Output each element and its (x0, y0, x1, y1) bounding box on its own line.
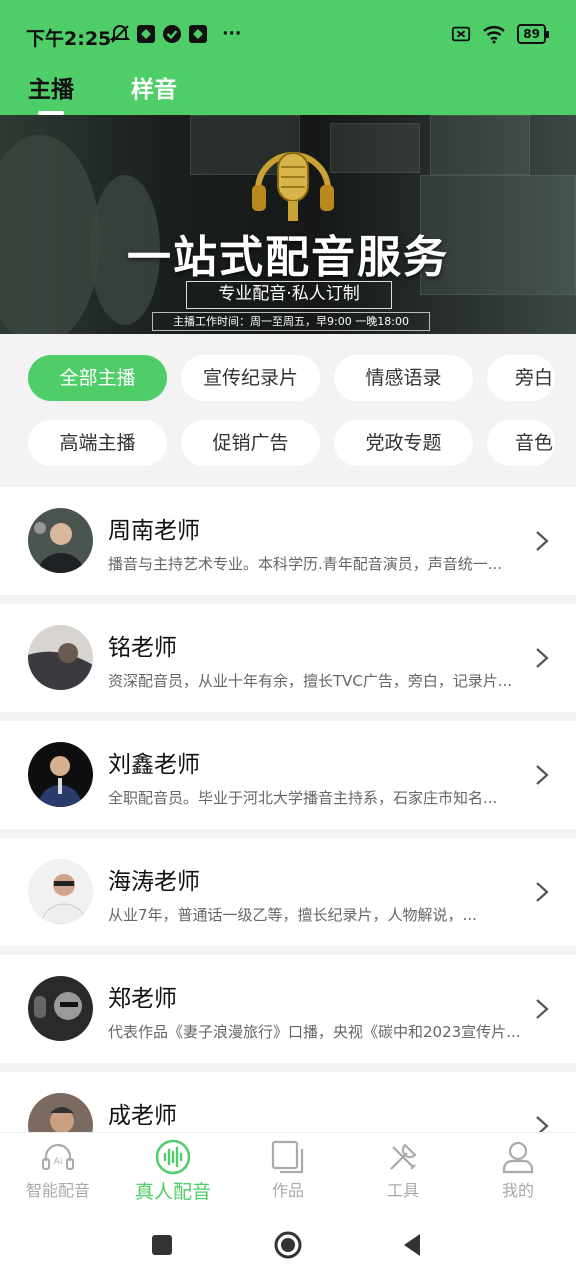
voice-wave-icon (155, 1139, 191, 1175)
avatar (28, 625, 93, 690)
anchor-name: 海涛老师 (108, 869, 200, 895)
header: 下午2:25 ··· 89 主播 样音 (0, 0, 576, 115)
wifi-icon (483, 26, 506, 44)
tools-icon (390, 1143, 417, 1170)
svg-text:Ai: Ai (54, 1157, 63, 1167)
nav-ai-dubbing[interactable]: Ai 智能配音 (8, 1139, 108, 1201)
top-tabs: 主播 样音 (0, 64, 576, 114)
banner-work-hours: 主播工作时间：周一至周五，早9:00 一晚18:00 (152, 312, 430, 331)
nav-profile[interactable]: 我的 (468, 1139, 568, 1201)
tab-samples[interactable]: 样音 (131, 70, 177, 104)
status-bar: 下午2:25 ··· 89 (0, 0, 576, 70)
chevron-right-icon (536, 882, 549, 902)
list-item[interactable]: 周南老师 播音与主持艺术专业。本科学历.青年配音演员，声音统一... (0, 487, 576, 595)
avatar (28, 976, 93, 1041)
anchor-list: 周南老师 播音与主持艺术专业。本科学历.青年配音演员，声音统一... 铭老师 资… (0, 487, 576, 1132)
mute-icon (110, 25, 130, 43)
anchor-name: 铭老师 (108, 635, 177, 661)
avatar (28, 508, 93, 573)
banner-subtitle: 专业配音·私人订制 (186, 281, 392, 309)
ai-headset-icon: Ai (42, 1143, 74, 1170)
chip-narration[interactable]: 旁白 (487, 355, 555, 401)
bottom-navigation: Ai 智能配音 真人配音 作品 工具 我的 (0, 1132, 576, 1208)
chip-all-anchors[interactable]: 全部主播 (28, 355, 167, 401)
chevron-right-icon (536, 765, 549, 785)
banner-bg-panel (430, 115, 530, 175)
promo-banner[interactable]: 一站式配音服务 专业配音·私人订制 主播工作时间：周一至周五，早9:00 一晚1… (0, 115, 576, 334)
list-item[interactable]: 成老师 (0, 1072, 576, 1132)
anchor-name: 成老师 (108, 1103, 177, 1129)
status-time: 下午2:25 (26, 28, 112, 50)
avatar (28, 1093, 93, 1132)
chevron-right-icon (536, 648, 549, 668)
nav-works[interactable]: 作品 (238, 1139, 338, 1201)
anchor-name: 刘鑫老师 (108, 752, 200, 778)
chip-political-topics[interactable]: 党政专题 (334, 420, 473, 466)
anchor-description: 资深配音员，从业十年有余，擅长TVC广告，旁白，记录片... (108, 672, 513, 690)
anchor-description: 播音与主持艺术专业。本科学历.青年配音演员，声音统一... (108, 555, 503, 573)
list-item[interactable]: 铭老师 资深配音员，从业十年有余，擅长TVC广告，旁白，记录片... (0, 604, 576, 712)
tab-anchors[interactable]: 主播 (28, 70, 74, 104)
microphone-logo-icon (252, 152, 334, 221)
banner-title: 一站式配音服务 (127, 232, 449, 283)
nav-label: 作品 (271, 1181, 304, 1200)
anchor-description: 代表作品《妻子浪漫旅行》口播，央视《碳中和2023宣传片... (108, 1023, 521, 1041)
nav-label: 智能配音 (25, 1181, 90, 1200)
battery-indicator: 89 (517, 24, 549, 44)
app-notification-icon (137, 25, 155, 43)
nav-human-dubbing[interactable]: 真人配音 (123, 1139, 223, 1204)
nav-label: 真人配音 (134, 1181, 211, 1203)
chip-promo-ads[interactable]: 促销广告 (181, 420, 320, 466)
more-notifications-icon: ··· (222, 24, 242, 44)
app-notification-icon (189, 25, 207, 43)
anchor-description: 从业7年，普通话一级乙等，擅长纪录片，人物解说，... (108, 906, 477, 924)
chevron-right-icon (536, 999, 549, 1019)
banner-bg-panel (330, 123, 420, 173)
category-filters: 全部主播 宣传纪录片 情感语录 旁白 高端主播 促销广告 党政专题 音色 (0, 334, 576, 487)
chip-emotional-quotes[interactable]: 情感语录 (334, 355, 473, 401)
nav-label: 工具 (386, 1181, 419, 1200)
anchor-name: 郑老师 (108, 986, 177, 1012)
home-icon[interactable] (273, 1230, 303, 1260)
list-item[interactable]: 刘鑫老师 全职配音员。毕业于河北大学播音主持系，石家庄市知名... (0, 721, 576, 829)
sim-off-icon (452, 26, 471, 42)
list-item[interactable]: 海涛老师 从业7年，普通话一级乙等，擅长纪录片，人物解说，... (0, 838, 576, 946)
nav-label: 我的 (501, 1181, 534, 1200)
list-item[interactable]: 郑老师 代表作品《妻子浪漫旅行》口播，央视《碳中和2023宣传片... (0, 955, 576, 1063)
check-circle-icon (163, 25, 181, 43)
anchor-description: 全职配音员。毕业于河北大学播音主持系，石家庄市知名... (108, 789, 498, 807)
anchor-name: 周南老师 (108, 518, 200, 544)
nav-tools[interactable]: 工具 (353, 1139, 453, 1201)
profile-icon (502, 1141, 534, 1174)
chip-premium-anchors[interactable]: 高端主播 (28, 420, 167, 466)
chevron-right-icon (536, 1116, 549, 1132)
back-icon[interactable] (398, 1230, 428, 1260)
chevron-right-icon (536, 531, 549, 551)
recent-apps-icon[interactable] (147, 1230, 177, 1260)
chip-documentary[interactable]: 宣传纪录片 (181, 355, 320, 401)
system-icons: 89 (451, 24, 549, 44)
system-navigation-bar (0, 1208, 576, 1280)
notification-icons: ··· (110, 24, 241, 44)
avatar (28, 742, 93, 807)
avatar (28, 859, 93, 924)
works-icon (271, 1140, 304, 1174)
chip-timbre[interactable]: 音色 (487, 420, 555, 466)
